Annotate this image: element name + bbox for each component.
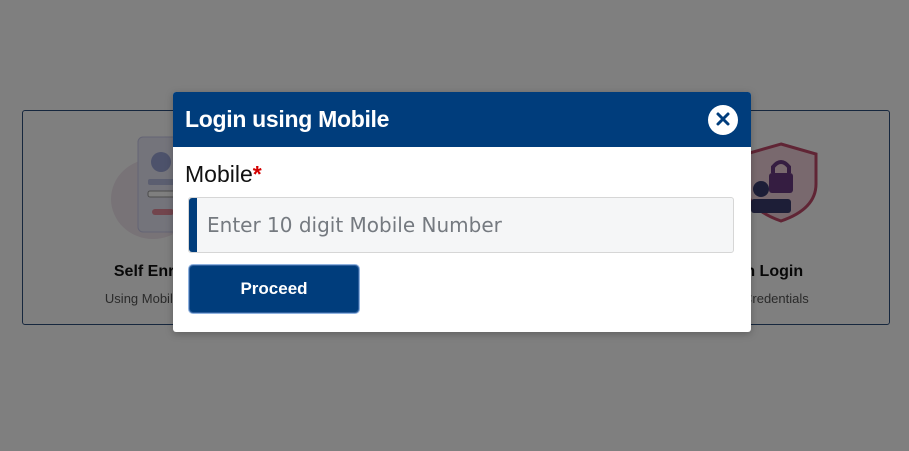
modal-title: Login using Mobile: [185, 106, 390, 132]
close-icon: [715, 111, 731, 130]
mobile-label-text: Mobile: [185, 161, 253, 187]
mobile-input-wrapper: [188, 197, 734, 253]
modal-body: Mobile* Proceed: [173, 147, 751, 313]
close-button[interactable]: [708, 105, 738, 135]
modal-header: Login using Mobile: [173, 92, 751, 147]
mobile-number-input[interactable]: [197, 198, 733, 252]
mobile-login-modal: Login using Mobile Mobile* Proceed: [173, 92, 751, 332]
proceed-button[interactable]: Proceed: [189, 265, 359, 313]
input-accent-bar: [189, 198, 197, 252]
mobile-field-label: Mobile*: [185, 161, 735, 188]
required-mark: *: [252, 161, 262, 187]
